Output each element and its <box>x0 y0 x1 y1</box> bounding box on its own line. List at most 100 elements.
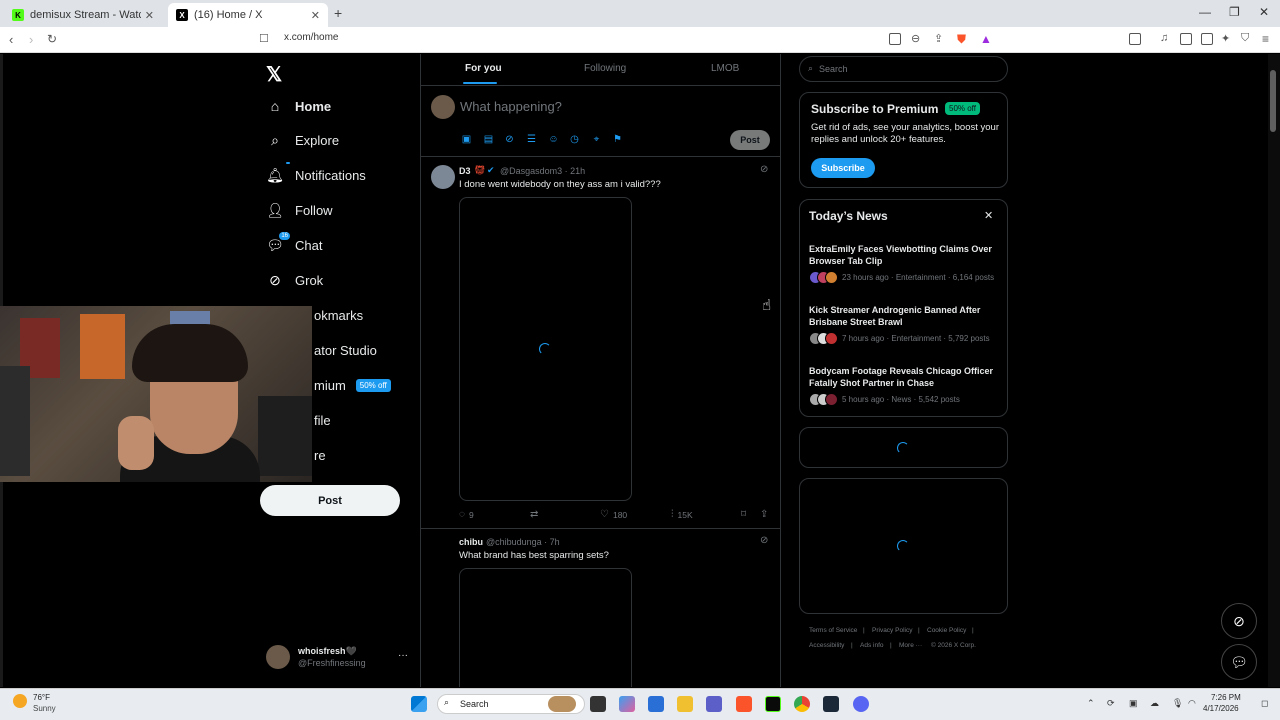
sidebar-item-profile[interactable]: file <box>314 405 331 435</box>
grok-compose-icon[interactable]: ⊘ <box>504 134 515 145</box>
scrollbar[interactable] <box>1268 54 1280 687</box>
zoom-icon[interactable]: ⊖ <box>911 32 920 45</box>
split-view-icon[interactable] <box>1180 33 1192 45</box>
sidebar-post-button[interactable]: Post <box>260 485 400 516</box>
wifi-icon[interactable]: ◠ <box>1188 698 1196 709</box>
location-icon[interactable]: ⌖ <box>591 134 602 145</box>
footer-link[interactable]: Accessibility <box>809 642 844 649</box>
tweet-handle[interactable]: @Dasgasdom3 · 21h <box>500 166 585 176</box>
views-button[interactable]: ⫶ 15K <box>671 509 693 520</box>
brave-icon[interactable] <box>736 696 752 712</box>
browser-tab-kick[interactable]: K demisux Stream - Watch Live on ✕ <box>4 3 162 27</box>
close-tab-icon[interactable]: ✕ <box>145 9 154 22</box>
cloud-icon[interactable]: ☁ <box>1150 698 1159 709</box>
subscribe-button[interactable]: Subscribe <box>811 158 875 178</box>
sidebar-item-notifications[interactable]: 🔔︎ Notifications <box>266 160 366 190</box>
footer-link[interactable]: Cookie Policy <box>927 627 966 634</box>
grok-explain-icon[interactable]: ⊘ <box>760 535 768 546</box>
sidebar-toggle-icon[interactable] <box>1129 33 1141 45</box>
reply-button[interactable]: ◌ 9 <box>459 509 474 520</box>
news-headline[interactable]: ExtraEmily Faces Viewbotting Claims Over… <box>809 243 999 267</box>
account-switcher[interactable]: whoisfresh🖤 @Freshfinessing ··· <box>266 645 416 675</box>
leo-icon[interactable]: ✦ <box>1221 32 1230 45</box>
close-tab-icon[interactable]: ✕ <box>311 9 320 22</box>
sidebar-item-bookmarks[interactable]: okmarks <box>314 300 363 330</box>
discord-icon[interactable] <box>853 696 869 712</box>
sidebar-item-follow[interactable]: 👤︎ Follow <box>266 195 332 225</box>
gif-icon[interactable]: ▤ <box>483 134 494 145</box>
new-tab-icon[interactable]: + <box>334 5 342 21</box>
reader-icon[interactable] <box>889 33 901 45</box>
weather-temp[interactable]: 76°F <box>33 693 50 702</box>
teams-icon[interactable] <box>706 696 722 712</box>
steam-icon[interactable] <box>823 696 839 712</box>
mic-icon[interactable]: 🎙︎ <box>1172 698 1183 709</box>
sidebar-item-home[interactable]: ⌂ Home <box>266 91 331 121</box>
sidebar-item-grok[interactable]: ⊘ Grok <box>266 265 323 295</box>
restore-icon[interactable]: ❐ <box>1229 5 1240 19</box>
footer-link[interactable]: More ··· <box>899 642 922 649</box>
compose-input[interactable]: What happening? <box>460 99 562 114</box>
emoji-icon[interactable]: ☺ <box>548 134 559 145</box>
weather-sun-icon[interactable] <box>13 694 27 708</box>
like-button[interactable]: ♡ 180 <box>600 509 627 520</box>
grok-fab-icon[interactable]: ⊘ <box>1221 603 1257 639</box>
notification-center-icon[interactable]: ◻ <box>1261 698 1268 709</box>
store-icon[interactable] <box>648 696 664 712</box>
clock-date[interactable]: 4/17/2026 <box>1203 704 1239 713</box>
repost-button[interactable]: ⇄ <box>530 509 542 520</box>
browser-tab-x[interactable]: X (16) Home / X ✕ <box>168 3 328 27</box>
menu-icon[interactable]: ≡ <box>1262 32 1269 46</box>
clock-time[interactable]: 7:26 PM <box>1211 693 1241 702</box>
sync-icon[interactable]: ⟳ <box>1107 698 1115 709</box>
footer-link[interactable]: Privacy Policy <box>872 627 912 634</box>
bookmark-page-icon[interactable]: ☐ <box>259 32 269 45</box>
poll-icon[interactable]: ☰ <box>526 134 537 145</box>
avatar[interactable] <box>431 165 455 189</box>
file-explorer-icon[interactable] <box>677 696 693 712</box>
sidebar-item-chat[interactable]: 💬︎ 16 Chat <box>266 230 322 260</box>
tweet-author[interactable]: D3 <box>459 166 471 176</box>
media-icon[interactable]: ♫ <box>1160 32 1168 44</box>
footer-link[interactable]: Ads info <box>860 642 884 649</box>
start-icon[interactable] <box>411 696 427 712</box>
brave-shield-icon[interactable]: ⛊ <box>957 32 966 47</box>
tray-app-icon[interactable]: ▣ <box>1129 698 1138 709</box>
share-icon[interactable]: ⇪ <box>934 32 943 45</box>
brave-rewards-icon[interactable]: ▲ <box>980 32 992 46</box>
tab-for-you[interactable]: For you <box>465 63 502 74</box>
flag-icon[interactable]: ⚑ <box>612 134 623 145</box>
news-headline[interactable]: Bodycam Footage Reveals Chicago Officer … <box>809 365 999 389</box>
news-headline[interactable]: Kick Streamer Androgenic Banned After Br… <box>809 304 999 328</box>
compose-post-button[interactable]: Post <box>730 130 770 150</box>
sidebar-item-more[interactable]: re <box>314 440 326 470</box>
forward-icon[interactable]: › <box>29 32 33 47</box>
vpn-icon[interactable]: ⛉ <box>1241 32 1249 45</box>
bookmark-button[interactable]: ⌑ <box>741 509 750 520</box>
chevron-up-icon[interactable]: ⌃ <box>1087 698 1095 709</box>
tab-lmob[interactable]: LMOB <box>711 63 739 74</box>
share-button[interactable]: ⇪ <box>760 509 772 520</box>
kick-app-icon[interactable] <box>765 696 781 712</box>
close-icon[interactable]: ✕ <box>984 209 993 222</box>
grok-explain-icon[interactable]: ⊘ <box>760 164 768 175</box>
back-icon[interactable]: ‹ <box>9 32 13 47</box>
address-bar[interactable]: x.com/home <box>284 32 338 43</box>
schedule-icon[interactable]: ◷ <box>569 134 580 145</box>
image-icon[interactable]: ▣ <box>461 134 472 145</box>
tweet-author[interactable]: chibu <box>459 537 483 547</box>
tab-following[interactable]: Following <box>584 63 626 74</box>
x-logo-icon[interactable]: 𝕏 <box>266 62 282 87</box>
sidebar-item-creator-studio[interactable]: ator Studio <box>314 335 377 365</box>
scrollbar-thumb[interactable] <box>1270 70 1276 132</box>
chrome-icon[interactable] <box>794 696 810 712</box>
sidebar-item-premium[interactable]: mium 50% off <box>314 370 391 400</box>
minimize-icon[interactable]: — <box>1199 5 1211 19</box>
wallet-icon[interactable] <box>1201 33 1213 45</box>
tweet-media[interactable] <box>459 568 632 687</box>
tweet-handle[interactable]: @chibudunga · 7h <box>486 537 560 547</box>
messages-fab-icon[interactable]: 💬︎ <box>1221 644 1257 680</box>
footer-link[interactable]: Terms of Service <box>809 627 857 634</box>
weather-desc[interactable]: Sunny <box>33 704 56 713</box>
search-input[interactable]: Search <box>799 56 1008 82</box>
